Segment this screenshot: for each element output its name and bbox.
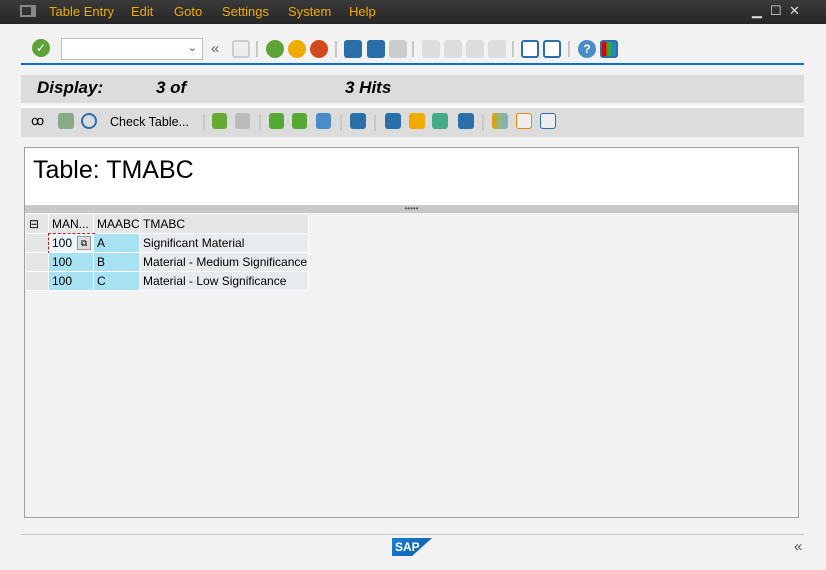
footer-divider bbox=[21, 534, 804, 535]
save-layout-icon[interactable] bbox=[540, 113, 556, 129]
find-icon[interactable] bbox=[367, 40, 385, 58]
column-header-maabc[interactable]: MAABC bbox=[94, 215, 140, 234]
export-excel-icon[interactable] bbox=[385, 113, 401, 129]
menu-table-entry[interactable]: Table Entry bbox=[49, 4, 114, 19]
select-all-icon[interactable] bbox=[212, 113, 227, 129]
print-icon[interactable] bbox=[344, 40, 362, 58]
sort-ascending-icon[interactable] bbox=[269, 113, 284, 129]
print-preview-icon[interactable] bbox=[458, 113, 474, 129]
row-selector[interactable] bbox=[26, 253, 49, 272]
next-page-icon[interactable] bbox=[466, 40, 484, 58]
expand-status-icon[interactable]: « bbox=[794, 538, 802, 555]
find-next-icon[interactable] bbox=[389, 40, 407, 58]
sap-logo-text: SAP bbox=[395, 540, 420, 554]
application-toolbar: ꝏ Check Table... bbox=[21, 106, 804, 137]
grid-settings-icon[interactable]: ⊟ bbox=[26, 215, 49, 234]
menu-system[interactable]: System bbox=[288, 4, 331, 19]
separator bbox=[203, 115, 205, 131]
word-processing-icon[interactable] bbox=[409, 113, 425, 129]
back-icon[interactable] bbox=[266, 40, 284, 58]
separator bbox=[374, 115, 376, 131]
last-page-icon[interactable] bbox=[488, 40, 506, 58]
table-panel: Table: TMABC ••••• ⊟ MAN... MAABC TMABC … bbox=[24, 147, 799, 518]
chevron-down-icon[interactable]: ⌄ bbox=[188, 41, 197, 54]
close-icon[interactable]: ✕ bbox=[789, 3, 800, 19]
row-selector[interactable] bbox=[26, 272, 49, 291]
layout-icon[interactable] bbox=[492, 113, 508, 129]
separator bbox=[482, 115, 484, 131]
refresh-icon[interactable] bbox=[81, 113, 97, 129]
first-page-icon[interactable] bbox=[422, 40, 440, 58]
separator bbox=[259, 115, 261, 131]
column-header-mandt[interactable]: MAN... bbox=[49, 215, 94, 234]
column-header-tmabc[interactable]: TMABC bbox=[140, 215, 309, 234]
menu-icon[interactable] bbox=[20, 5, 36, 17]
value-help-icon[interactable]: ⧉ bbox=[77, 236, 91, 250]
menu-edit[interactable]: Edit bbox=[131, 4, 153, 19]
separator bbox=[512, 41, 514, 57]
maximize-icon[interactable]: ☐ bbox=[770, 3, 782, 19]
separator bbox=[335, 41, 337, 57]
table-title: Table: TMABC bbox=[33, 156, 194, 184]
exit-icon[interactable] bbox=[288, 40, 306, 58]
choose-layout-icon[interactable] bbox=[516, 113, 532, 129]
customize-layout-icon[interactable] bbox=[600, 40, 618, 58]
check-table-button[interactable]: Check Table... bbox=[110, 115, 189, 129]
toolbar-divider bbox=[21, 63, 804, 65]
title-display: Display: bbox=[37, 78, 104, 97]
separator bbox=[568, 41, 570, 57]
separator bbox=[256, 41, 258, 57]
title-count: 3 of bbox=[156, 78, 187, 97]
cell-maabc[interactable]: C bbox=[94, 272, 140, 291]
cell-mandt[interactable]: 100 bbox=[49, 253, 94, 272]
menu-help[interactable]: Help bbox=[349, 4, 376, 19]
total-icon[interactable] bbox=[350, 113, 366, 129]
cell-tmabc[interactable]: Material - Medium Significance bbox=[140, 253, 309, 272]
cancel-icon[interactable] bbox=[310, 40, 328, 58]
new-session-icon[interactable] bbox=[521, 40, 539, 58]
cell-maabc[interactable]: A bbox=[94, 234, 140, 253]
menu-settings[interactable]: Settings bbox=[222, 4, 269, 19]
cell-value: 100 bbox=[52, 236, 73, 250]
deselect-all-icon[interactable] bbox=[235, 113, 250, 129]
command-field[interactable]: ⌄ bbox=[61, 38, 203, 60]
cell-maabc[interactable]: B bbox=[94, 253, 140, 272]
sort-descending-icon[interactable] bbox=[292, 113, 307, 129]
separator bbox=[340, 115, 342, 131]
cell-mandt[interactable]: 100 ⧉ bbox=[48, 233, 95, 254]
cell-tmabc[interactable]: Significant Material bbox=[140, 234, 309, 253]
glasses-icon[interactable]: ꝏ bbox=[31, 113, 44, 129]
shortcut-icon[interactable] bbox=[543, 40, 561, 58]
details-icon[interactable] bbox=[58, 113, 74, 129]
cell-tmabc[interactable]: Material - Low Significance bbox=[140, 272, 309, 291]
save-icon[interactable] bbox=[232, 40, 250, 58]
row-selector[interactable] bbox=[26, 234, 49, 253]
menu-goto[interactable]: Goto bbox=[174, 4, 202, 19]
sap-logo: SAP bbox=[392, 538, 432, 556]
title-hits: 3 Hits bbox=[345, 78, 392, 97]
table-title-area: Table: TMABC bbox=[25, 148, 798, 206]
filter-icon[interactable] bbox=[316, 113, 331, 129]
minimize-icon[interactable]: ▁ bbox=[752, 3, 762, 19]
local-file-icon[interactable] bbox=[432, 113, 448, 129]
menu-bar: Table Entry Edit Goto Settings System He… bbox=[0, 0, 826, 24]
separator bbox=[412, 41, 414, 57]
previous-page-icon[interactable] bbox=[444, 40, 462, 58]
enter-icon[interactable]: ✓ bbox=[32, 39, 50, 57]
help-icon[interactable]: ? bbox=[578, 40, 596, 58]
splitter-handle[interactable]: ••••• bbox=[25, 205, 798, 213]
title-bar: Display: 3 of 3 Hits bbox=[21, 75, 804, 103]
collapse-icon[interactable]: « bbox=[211, 40, 219, 57]
cell-mandt[interactable]: 100 bbox=[49, 272, 94, 291]
